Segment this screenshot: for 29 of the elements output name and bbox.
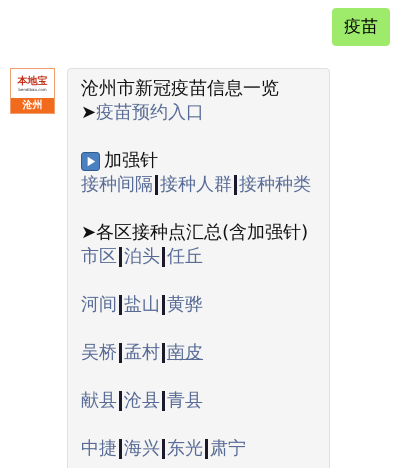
bullet-arrow: ➤ bbox=[81, 221, 96, 245]
bullet-arrow: ➤ bbox=[81, 101, 96, 125]
link[interactable]: 任丘 bbox=[167, 245, 203, 269]
link[interactable]: 接种种类 bbox=[239, 173, 311, 197]
link[interactable]: 中捷 bbox=[81, 437, 117, 461]
link[interactable]: 东光 bbox=[167, 437, 203, 461]
link[interactable]: 吴桥 bbox=[81, 341, 117, 365]
section-heading: 各区接种点汇总(含加强针) bbox=[96, 221, 308, 245]
link[interactable]: 盐山 bbox=[124, 293, 160, 317]
link[interactable]: 接种人群 bbox=[160, 173, 232, 197]
logo-text: 本地宝 bbox=[18, 76, 48, 86]
link[interactable]: 河间 bbox=[81, 293, 117, 317]
link[interactable]: 疫苗预约入口 bbox=[96, 101, 204, 125]
link[interactable]: 泊头 bbox=[124, 245, 160, 269]
link[interactable]: 市区 bbox=[81, 245, 117, 269]
play-icon bbox=[81, 152, 100, 170]
link[interactable]: 孟村 bbox=[124, 341, 160, 365]
link[interactable]: 接种间隔 bbox=[81, 173, 153, 197]
link[interactable]: 沧县 bbox=[124, 389, 160, 413]
link[interactable]: 肃宁 bbox=[210, 437, 246, 461]
section-heading: 加强针 bbox=[104, 149, 158, 173]
link[interactable]: 海兴 bbox=[124, 437, 160, 461]
link[interactable]: 献县 bbox=[81, 389, 117, 413]
message-title: 沧州市新冠疫苗信息一览 bbox=[81, 77, 279, 101]
sent-message-bubble: 疫苗 bbox=[332, 8, 390, 46]
link[interactable]: 黄骅 bbox=[167, 293, 203, 317]
link[interactable]: 青县 bbox=[167, 389, 203, 413]
link[interactable]: 南皮 bbox=[167, 341, 203, 365]
city-label: 沧州 bbox=[11, 98, 54, 113]
